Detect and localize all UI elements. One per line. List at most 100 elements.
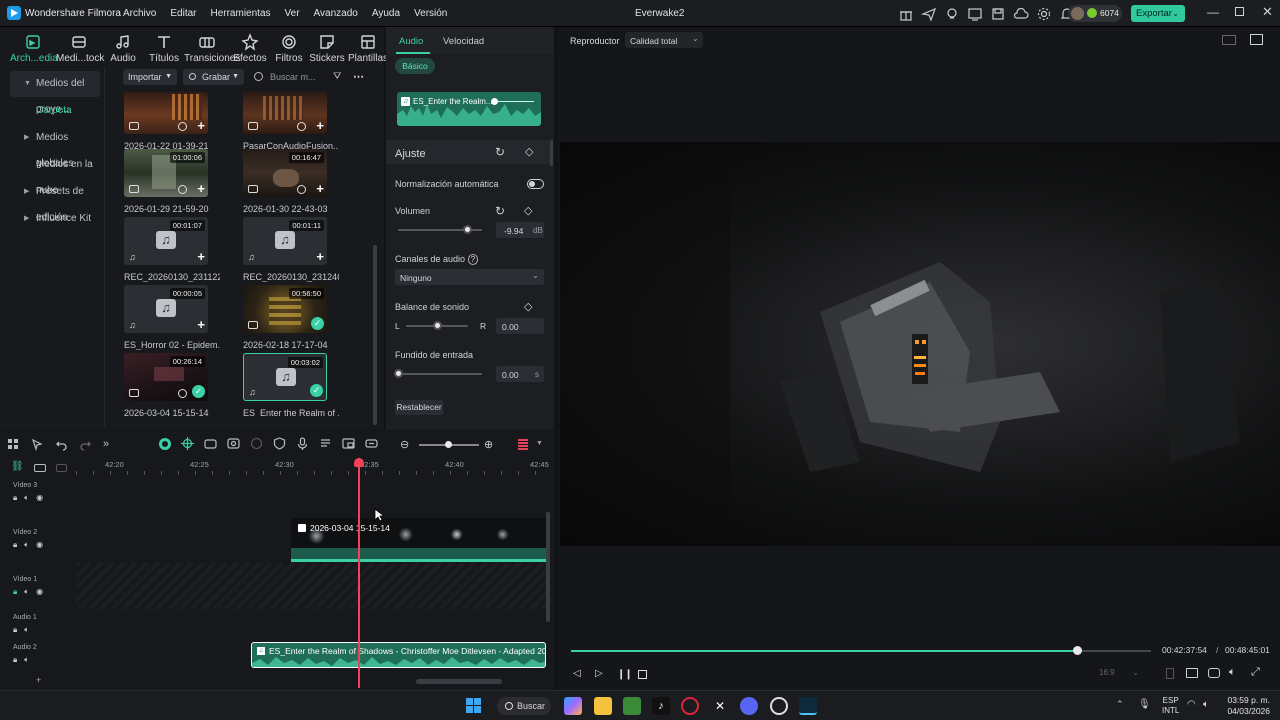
language-indicator[interactable]: ESP INTL	[1162, 696, 1179, 716]
timeline-ruler[interactable]: 42:20 42:25 42:30 42:35 42:40 42:45	[76, 458, 549, 476]
track-add-icon[interactable]	[34, 464, 46, 472]
windows-start-icon[interactable]	[466, 698, 481, 713]
playhead-handle[interactable]	[354, 458, 365, 467]
minecraft-icon[interactable]	[623, 697, 641, 715]
lock-icon[interactable]: 🔒︎	[13, 625, 17, 635]
media-item[interactable]: ♫ 00:01:07 ♫ + REC_20260130_231122	[124, 217, 220, 282]
snap-icon[interactable]	[181, 437, 194, 450]
sidebar-item-folder[interactable]: Carpeta	[10, 98, 100, 124]
keyframe-icon[interactable]: ◇	[524, 204, 532, 217]
tool-filters[interactable]: Filtros	[270, 30, 308, 70]
media-item[interactable]: ♫ 00:01:11 ♫ + REC_20260130_231246	[243, 217, 339, 282]
tiktok-icon[interactable]: ♪	[652, 697, 670, 715]
aspect-ratio-select[interactable]: 16:9 ⌄	[1099, 668, 1145, 682]
tool-media[interactable]: Arch...edia	[10, 30, 58, 70]
gift-icon[interactable]	[898, 6, 914, 22]
add-icon[interactable]: +	[197, 318, 205, 331]
discord-icon[interactable]	[740, 697, 758, 715]
obs-icon[interactable]	[770, 697, 788, 715]
search-box[interactable]: Buscar m...	[254, 70, 326, 85]
speaker-icon[interactable]: 🔈︎	[24, 655, 29, 665]
add-track-icon[interactable]: +	[36, 675, 41, 685]
speaker-icon[interactable]: 🔈︎	[1203, 699, 1209, 710]
ai-magic-icon[interactable]	[158, 437, 171, 450]
save-icon[interactable]	[990, 6, 1006, 22]
copilot-icon[interactable]	[564, 697, 582, 715]
lock-icon[interactable]: 🔒︎	[13, 493, 17, 503]
volume-handle[interactable]	[491, 98, 498, 105]
picture-in-picture-icon[interactable]	[342, 437, 355, 450]
add-icon[interactable]: +	[316, 119, 324, 132]
more-tools-icon[interactable]: »	[103, 438, 116, 451]
sidebar-item-global-media[interactable]: ▶ Medios globales	[10, 125, 100, 169]
chevron-up-icon[interactable]: ⌃	[1116, 699, 1124, 710]
play-icon[interactable]: ▷	[595, 668, 603, 679]
menu-version[interactable]: Versión	[414, 8, 447, 19]
settings-icon[interactable]	[1036, 6, 1052, 22]
menu-archivo[interactable]: Archivo	[123, 8, 156, 19]
filter-icon[interactable]: ⛛	[333, 71, 341, 82]
close-button[interactable]: ✕	[1262, 4, 1273, 20]
opera-icon[interactable]	[681, 697, 699, 715]
media-scrollbar[interactable]	[373, 245, 377, 425]
cloud-upload-icon[interactable]	[1013, 6, 1029, 22]
tool-stickers[interactable]: Stickers	[308, 30, 346, 70]
reset-icon[interactable]: ↻	[495, 145, 505, 159]
monitor-icon[interactable]	[967, 6, 983, 22]
auto-ripple-icon[interactable]	[204, 437, 217, 450]
undo-icon[interactable]	[55, 438, 68, 451]
audio-clip[interactable]: ♫ ES_Enter the Realm of Shadows - Christ…	[251, 642, 546, 668]
grid-icon[interactable]	[7, 438, 20, 451]
zoom-out-icon[interactable]: ⊖	[400, 438, 409, 451]
sidebar-item-presets[interactable]: ▶ Presets de edición	[10, 179, 100, 223]
speaker-icon[interactable]: 🔈︎	[24, 493, 29, 503]
media-item[interactable]: ♫ 00:00:05 ♫ + ES_Horror 02 - Epidem...	[124, 285, 220, 350]
maximize-button[interactable]	[1235, 7, 1244, 16]
media-item[interactable]: + PasarConAudioFusion...	[243, 92, 339, 151]
eye-icon[interactable]: ◉	[36, 540, 43, 550]
tab-basic[interactable]: Básico	[395, 58, 435, 74]
sidebar-item-cloud-media[interactable]: Medios en la nube	[10, 152, 100, 196]
channels-select[interactable]: Ninguno ⌄	[395, 269, 544, 285]
minimize-button[interactable]: —	[1207, 5, 1219, 19]
audio-meter-icon[interactable]	[518, 438, 528, 450]
lock-icon[interactable]: 🔒︎	[13, 655, 17, 665]
layout-icon[interactable]	[1222, 35, 1236, 45]
volume-value-box[interactable]: -9.94 dB	[496, 222, 544, 238]
fade-in-slider[interactable]	[393, 369, 482, 378]
wifi-icon[interactable]: ◠	[1187, 699, 1196, 710]
info-icon[interactable]: ?	[467, 254, 479, 265]
add-icon[interactable]: +	[316, 250, 324, 263]
pause-icon[interactable]: ❙❙	[617, 669, 633, 680]
zoom-knob[interactable]	[445, 441, 452, 448]
balance-value-box[interactable]: 0.00	[496, 318, 544, 334]
balance-slider[interactable]	[406, 321, 468, 330]
slider-knob[interactable]	[393, 369, 403, 378]
tab-audio[interactable]: Audio	[399, 36, 423, 47]
media-item[interactable]: 01:00:06 + 2026-01-29 21-59-20	[124, 149, 220, 214]
shield-icon[interactable]	[273, 437, 286, 450]
media-item[interactable]: + 2026-01-22 01-39-21	[124, 92, 220, 151]
menu-avanzado[interactable]: Avanzado	[314, 8, 358, 19]
eye-icon[interactable]: ◉	[36, 493, 43, 503]
more-options-icon[interactable]: ⋯	[353, 70, 364, 83]
media-item[interactable]: 00:26:14 ✓ 2026-03-04 15-15-14	[124, 353, 220, 417]
add-icon[interactable]: +	[197, 250, 205, 263]
menu-ayuda[interactable]: Ayuda	[372, 8, 400, 19]
tool-transitions[interactable]: Transiciones	[184, 30, 240, 70]
multicam-icon[interactable]	[365, 437, 378, 450]
speaker-icon[interactable]: 🔈︎	[24, 625, 29, 635]
tool-templates[interactable]: Plantillas	[346, 30, 390, 70]
playhead[interactable]	[354, 458, 365, 688]
search-input[interactable]: Buscar m...	[270, 72, 316, 82]
fade-in-value-box[interactable]: 0.00 s	[496, 366, 544, 382]
previous-frame-icon[interactable]: ◁	[573, 668, 581, 679]
slider-knob[interactable]	[432, 321, 442, 330]
filmora-taskbar-icon[interactable]	[799, 697, 817, 715]
link-icon[interactable]: ⛓	[11, 461, 24, 472]
fullscreen-icon[interactable]: ⤢	[1251, 666, 1260, 679]
volume-slider[interactable]	[398, 225, 482, 234]
tab-speed[interactable]: Velocidad	[443, 36, 484, 47]
speed-icon[interactable]	[250, 437, 263, 450]
keyframe-icon[interactable]: ◇	[525, 145, 533, 158]
